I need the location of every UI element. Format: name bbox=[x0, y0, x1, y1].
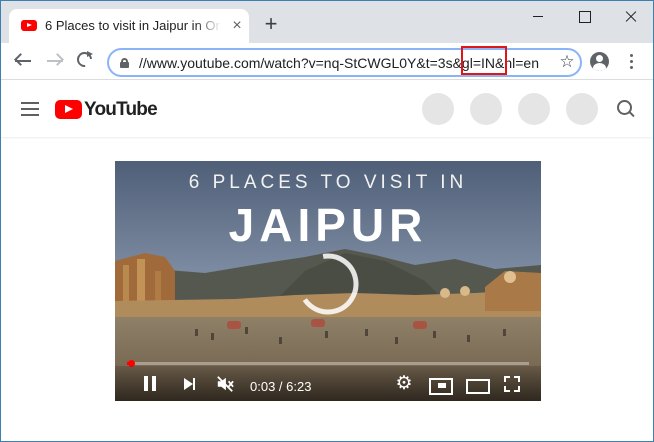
browser-window: 6 Places to visit in Jaipur in One Day ×… bbox=[0, 0, 654, 442]
video-time-display: 0:03 / 6:23 bbox=[250, 379, 312, 394]
lock-icon[interactable] bbox=[120, 58, 129, 68]
maximize-icon[interactable] bbox=[561, 1, 607, 31]
miniplayer-icon[interactable] bbox=[429, 375, 453, 395]
loading-spinner-icon bbox=[297, 253, 359, 315]
youtube-logo-text: YouTube bbox=[84, 99, 158, 120]
new-tab-button[interactable]: + bbox=[259, 13, 283, 37]
video-player[interactable]: 6 PLACES TO VISIT IN JAIPUR 0:03 / 6:23 … bbox=[115, 161, 541, 401]
tab-title: 6 Places to visit in Jaipur in One Day bbox=[45, 18, 221, 33]
pause-icon[interactable] bbox=[141, 375, 159, 393]
mute-icon[interactable] bbox=[216, 375, 234, 393]
tab-youtube-video[interactable]: 6 Places to visit in Jaipur in One Day × bbox=[9, 9, 249, 43]
search-icon[interactable] bbox=[616, 99, 636, 119]
window-close-icon[interactable] bbox=[607, 1, 653, 31]
tab-close-icon[interactable]: × bbox=[229, 18, 245, 34]
header-placeholder-circle bbox=[470, 93, 502, 125]
kebab-menu-icon[interactable] bbox=[627, 53, 637, 71]
fullscreen-icon[interactable] bbox=[503, 375, 521, 393]
bookmark-star-icon[interactable]: ☆ bbox=[558, 53, 576, 71]
hamburger-menu-icon[interactable] bbox=[21, 102, 39, 116]
youtube-masthead: YouTube bbox=[1, 81, 653, 137]
player-controls: 0:03 / 6:23 ⚙ bbox=[115, 366, 541, 401]
header-placeholder-circle bbox=[422, 93, 454, 125]
header-placeholder-circle bbox=[566, 93, 598, 125]
back-arrow-icon[interactable] bbox=[11, 49, 35, 73]
minimize-icon[interactable] bbox=[515, 1, 561, 31]
next-icon[interactable] bbox=[181, 375, 199, 393]
header-placeholder-circle bbox=[518, 93, 550, 125]
url-param-highlight bbox=[461, 46, 507, 75]
reload-icon[interactable] bbox=[73, 48, 96, 71]
theater-mode-icon[interactable] bbox=[466, 375, 490, 394]
youtube-play-logo-icon bbox=[55, 100, 82, 119]
video-overlay-title: JAIPUR bbox=[228, 199, 428, 251]
forward-arrow-icon[interactable] bbox=[43, 49, 67, 73]
settings-gear-icon[interactable]: ⚙ bbox=[395, 374, 413, 393]
video-overlay-subtitle: 6 PLACES TO VISIT IN bbox=[188, 172, 468, 193]
account-circle-icon[interactable] bbox=[590, 52, 609, 71]
video-progress-bar[interactable] bbox=[127, 360, 529, 367]
tab-strip: 6 Places to visit in Jaipur in One Day ×… bbox=[1, 1, 653, 43]
address-bar[interactable]: //www.youtube.com/watch?v=nq-StCWGL0Y&t=… bbox=[107, 48, 582, 77]
browser-toolbar: //www.youtube.com/watch?v=nq-StCWGL0Y&t=… bbox=[1, 43, 653, 80]
youtube-favicon-icon bbox=[21, 20, 37, 31]
